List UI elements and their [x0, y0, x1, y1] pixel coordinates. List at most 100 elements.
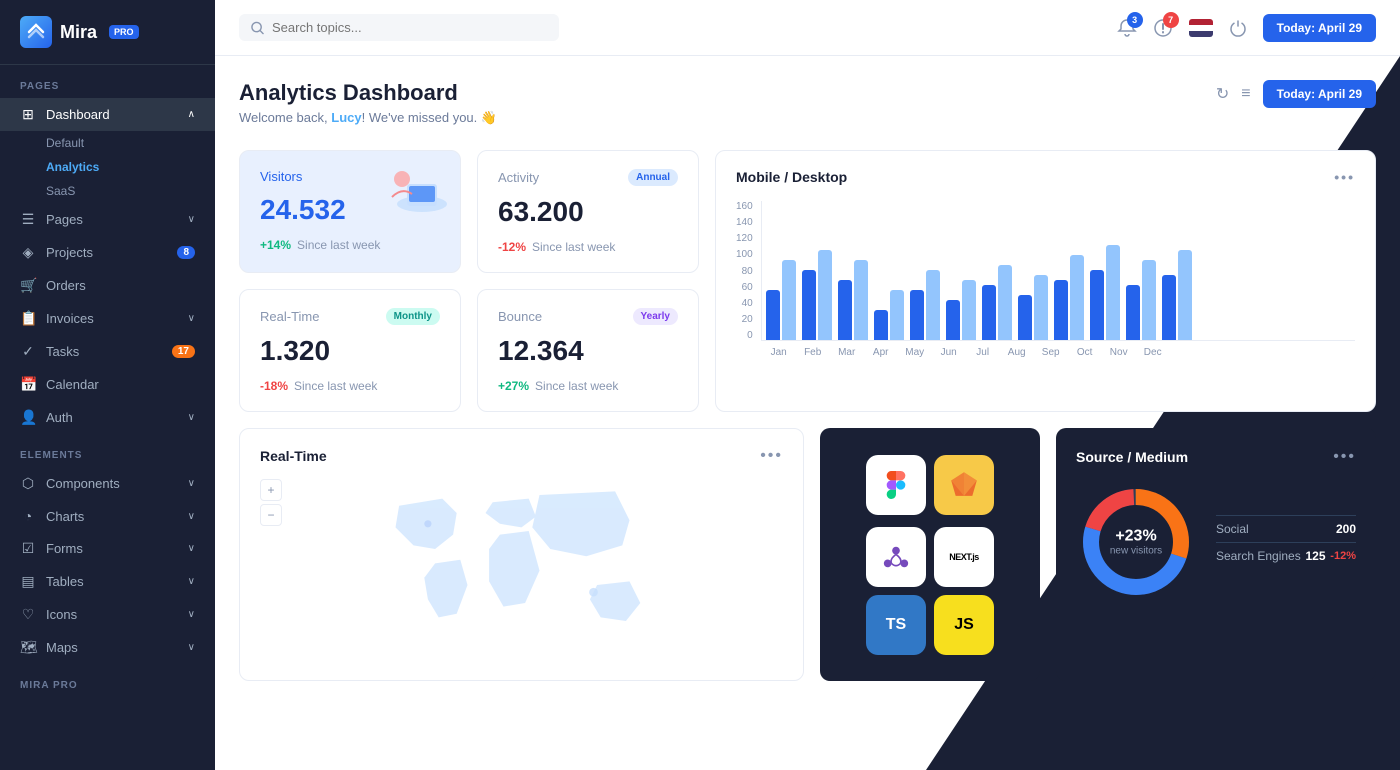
bar-chart — [761, 201, 1355, 341]
sidebar-label-dashboard: Dashboard — [46, 107, 110, 122]
language-flag[interactable] — [1189, 19, 1213, 37]
sidebar-sub-analytics[interactable]: Analytics — [0, 155, 215, 179]
realtime-value: 1.320 — [260, 335, 440, 367]
realtime-period: Since last week — [294, 379, 377, 393]
header-date-btn[interactable]: Today: April 29 — [1263, 80, 1376, 108]
source-list: Social 200 Search Engines 125 -12% — [1216, 515, 1356, 569]
chart-title: Mobile / Desktop ••• — [736, 169, 1355, 185]
source-medium-card: Source / Medium ••• — [1056, 428, 1376, 681]
sidebar-label-maps: Maps — [46, 640, 78, 655]
sketch-logo — [934, 455, 994, 515]
javascript-logo: JS — [934, 595, 994, 655]
projects-badge: 8 — [177, 246, 195, 259]
sidebar-item-maps[interactable]: 🗺 Maps ∨ — [0, 631, 215, 664]
realtime-change: -18% — [260, 379, 288, 393]
sidebar-item-tables[interactable]: ▤ Tables ∨ — [0, 565, 215, 598]
sidebar-item-tasks[interactable]: ✓ Tasks 17 — [0, 335, 215, 368]
sidebar-item-invoices[interactable]: 📋 Invoices ∨ — [0, 302, 215, 335]
topbar-right: 3 7 Today: April 29 — [1117, 14, 1376, 42]
page-title: Analytics Dashboard — [239, 80, 497, 106]
orders-icon: 🛒 — [20, 277, 36, 294]
x-axis: Jan Feb Mar Apr May Jun Jul Aug Sep Oc — [761, 347, 1355, 358]
user-name: Lucy — [331, 110, 361, 125]
source-social-label: Social — [1216, 522, 1249, 536]
sidebar-sub-saas[interactable]: SaaS — [0, 179, 215, 203]
power-btn[interactable] — [1229, 19, 1247, 37]
donut-pct: +23% — [1110, 528, 1162, 546]
source-title: Source / Medium — [1076, 449, 1188, 465]
activity-change: -12% — [498, 240, 526, 254]
bounce-change: +27% — [498, 379, 529, 393]
sidebar-item-charts[interactable]: ◔ Charts ∨ — [0, 500, 215, 532]
refresh-icon[interactable]: ↻ — [1216, 84, 1229, 104]
source-search-label: Search Engines — [1216, 549, 1301, 563]
pages-icon: ☰ — [20, 211, 36, 228]
bounce-label: Bounce — [498, 309, 542, 324]
stat-card-activity: Activity Annual 63.200 -12% Since last w… — [477, 150, 699, 273]
chevron-icon: ∨ — [188, 313, 195, 324]
forms-icon: ☑ — [20, 540, 36, 557]
filter-icon[interactable]: ≡ — [1241, 85, 1250, 103]
bounce-period: Since last week — [535, 379, 618, 393]
chevron-icon: ∨ — [188, 511, 195, 522]
sidebar-label-projects: Projects — [46, 245, 93, 260]
icons-icon: ♡ — [20, 606, 36, 623]
visitors-period: Since last week — [297, 238, 380, 252]
bounce-value: 12.364 — [498, 335, 678, 367]
zoom-in-btn[interactable]: + — [260, 479, 282, 501]
page-subtitle: Welcome back, Lucy! We've missed you. 👋 — [239, 110, 497, 126]
map-menu-btn[interactable]: ••• — [760, 447, 783, 465]
sidebar-item-dashboard[interactable]: ⊞ Dashboard ∧ — [0, 98, 215, 131]
world-map — [260, 477, 783, 657]
sidebar-item-components[interactable]: ⬡ Components ∨ — [0, 467, 215, 500]
charts-icon: ◔ — [20, 508, 36, 524]
projects-icon: ◈ — [20, 244, 36, 261]
sidebar-item-icons[interactable]: ♡ Icons ∨ — [0, 598, 215, 631]
source-social-value: 200 — [1336, 522, 1356, 536]
search-box[interactable] — [239, 14, 559, 41]
typescript-logo: TS — [866, 595, 926, 655]
chevron-icon: ∨ — [188, 642, 195, 653]
main-area: 3 7 Today: April 29 Analytics Dashboard — [215, 0, 1400, 770]
sidebar-item-calendar[interactable]: 📅 Calendar — [0, 368, 215, 401]
realtime-label: Real-Time — [260, 309, 319, 324]
promo-card: NEXT.js TS JS — [820, 428, 1040, 681]
alert-btn[interactable]: 7 — [1153, 18, 1173, 38]
realtime-badge: Monthly — [386, 308, 440, 325]
sidebar-label-charts: Charts — [46, 509, 84, 524]
notification-btn[interactable]: 3 — [1117, 18, 1137, 38]
map-title: Real-Time — [260, 448, 327, 464]
sidebar-item-projects[interactable]: ◈ Projects 8 — [0, 236, 215, 269]
sidebar-item-orders[interactable]: 🛒 Orders — [0, 269, 215, 302]
sidebar-label-tables: Tables — [46, 574, 84, 589]
date-button[interactable]: Today: April 29 — [1263, 14, 1376, 42]
activity-value: 63.200 — [498, 196, 678, 228]
sidebar-item-pages[interactable]: ☰ Pages ∨ — [0, 203, 215, 236]
activity-label: Activity — [498, 170, 539, 185]
source-menu-btn[interactable]: ••• — [1333, 448, 1356, 466]
chart-menu-btn[interactable]: ••• — [1334, 169, 1355, 185]
tasks-icon: ✓ — [20, 343, 36, 360]
sidebar-item-auth[interactable]: 👤 Auth ∨ — [0, 401, 215, 434]
y-axis: 160140120100806040200 — [736, 201, 753, 341]
nextjs-logo: NEXT.js — [934, 527, 994, 587]
search-input[interactable] — [272, 20, 547, 35]
tasks-badge: 17 — [172, 345, 195, 358]
search-icon — [251, 21, 264, 35]
invoices-icon: 📋 — [20, 310, 36, 327]
visitors-label: Visitors — [260, 169, 302, 184]
logo-icon — [20, 16, 52, 48]
zoom-out-btn[interactable]: − — [260, 504, 282, 526]
maps-icon: 🗺 — [20, 639, 36, 656]
visitors-illustration — [372, 159, 452, 219]
page-header: Analytics Dashboard Welcome back, Lucy! … — [239, 80, 1376, 126]
chevron-icon: ∨ — [188, 478, 195, 489]
section-mirapro: MIRA PRO — [0, 664, 215, 697]
sidebar-sub-default[interactable]: Default — [0, 131, 215, 155]
donut-sub: new visitors — [1110, 546, 1162, 557]
sidebar-item-forms[interactable]: ☑ Forms ∨ — [0, 532, 215, 565]
sidebar-label-components: Components — [46, 476, 120, 491]
logo-area: Mira PRO — [0, 0, 215, 65]
dashboard-icon: ⊞ — [20, 106, 36, 123]
chevron-icon: ∨ — [188, 609, 195, 620]
